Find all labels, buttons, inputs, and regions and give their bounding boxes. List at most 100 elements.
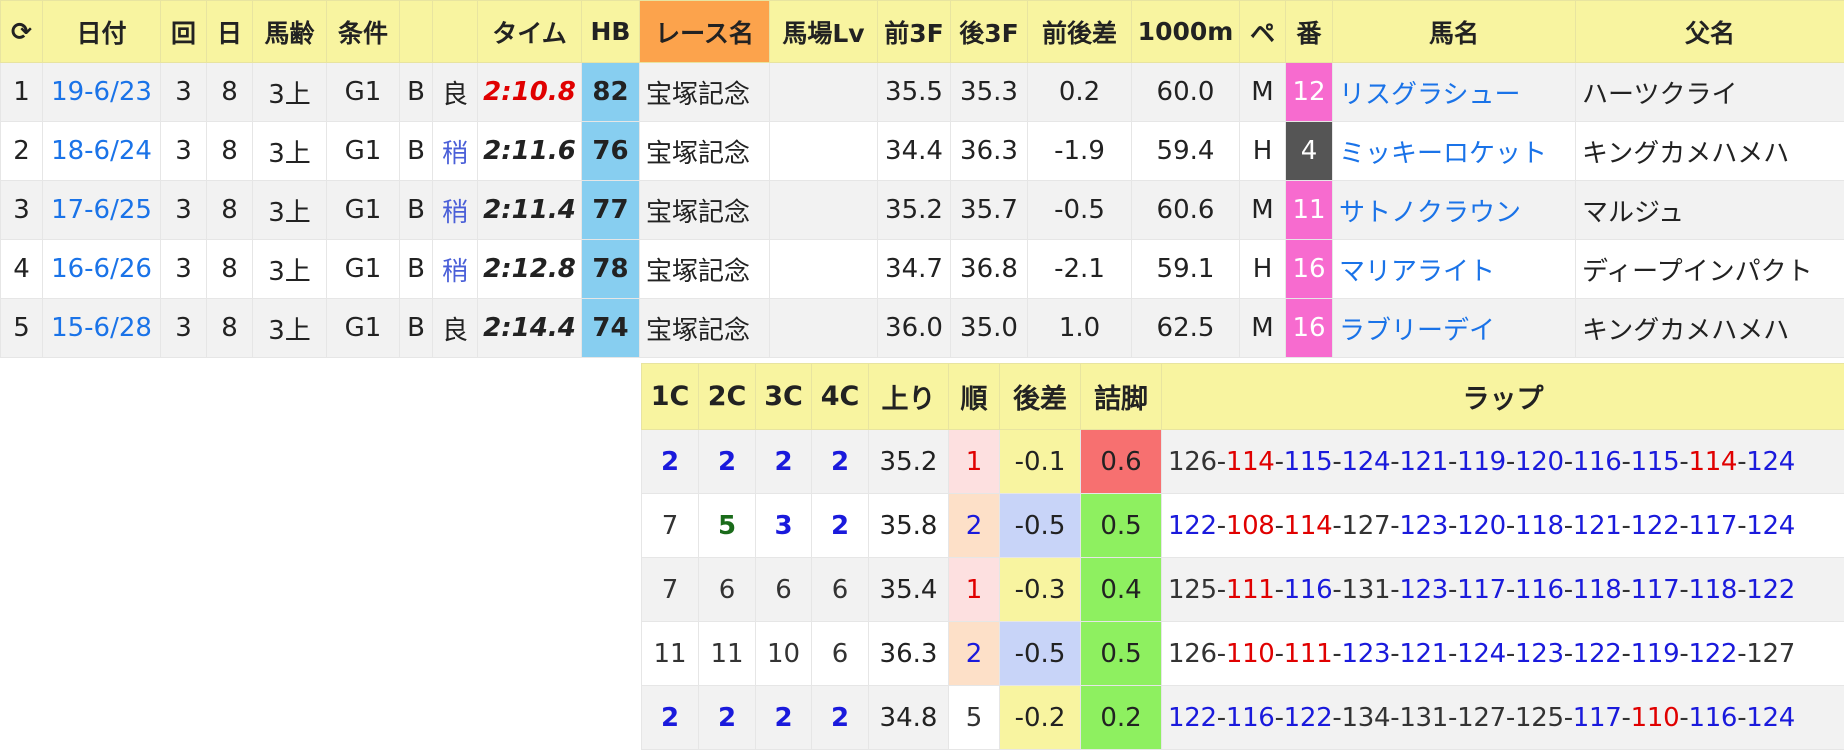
tsume-cell: 0.6: [1080, 429, 1162, 494]
first3f-cell: 36.0: [877, 298, 951, 358]
table-row[interactable]: 1 19-6/23 3 8 3上 G1 B 良 2:10.8 82 宝塚記念 35.5 35.3 0.2 6…: [0, 62, 1844, 122]
horse-name-link[interactable]: ミッキーロケット: [1339, 139, 1547, 169]
lap-value: 124: [1746, 510, 1796, 541]
lap-value: 127: [1341, 510, 1391, 541]
time-header: タイム: [477, 0, 582, 63]
hb-cell: 77: [581, 180, 640, 240]
lap-cell: 126-114-115-124-121-119-120-116-115-114-…: [1161, 429, 1844, 494]
lap-separator: -: [1505, 510, 1515, 541]
sire-cell: マルジュ: [1575, 180, 1844, 240]
pace-cell: M: [1239, 62, 1286, 122]
lap-value: 125: [1168, 574, 1217, 605]
first3f-header: 前3F: [877, 0, 951, 63]
agari-cell: 35.8: [868, 493, 949, 558]
lap-value: 124: [1457, 638, 1506, 669]
rank-cell: 1: [948, 429, 1000, 494]
blank-header-1: [399, 0, 433, 63]
lap-value: 131: [1341, 574, 1391, 605]
rank-cell: 5: [948, 685, 1000, 750]
refresh-icon[interactable]: ⟳: [0, 0, 43, 63]
lap-value: 117: [1572, 702, 1622, 733]
horse-name-link[interactable]: リスグラシュー: [1339, 80, 1520, 110]
lap-separator: -: [1505, 638, 1515, 669]
lap-cell: 126-110-111-123-121-124-123-122-119-122-…: [1161, 621, 1844, 686]
horse-name-cell: サトノクラウン: [1332, 180, 1576, 240]
lap-value: 116: [1572, 446, 1622, 477]
lap-separator: -: [1505, 574, 1515, 605]
sire-cell: ハーツクライ: [1575, 62, 1844, 122]
date-link[interactable]: 19-6/23: [51, 77, 152, 107]
corner4-header: 4C: [811, 363, 869, 430]
lap-value: 110: [1225, 638, 1275, 669]
corner2-header: 2C: [698, 363, 756, 430]
corner2-cell: 2: [698, 685, 756, 750]
header-row: ⟳ 日付回日馬齢 条件 タイム HB レース名 馬場Lv 前3F 後3F 前後差 1000m ペ番馬名…: [0, 0, 1844, 63]
horse-name-link[interactable]: マリアライト: [1339, 257, 1495, 287]
lap-value: 123: [1341, 638, 1391, 669]
number-header: 番: [1285, 0, 1333, 63]
lap-row: 2 2 2 2 34.8 5 -0.2 0.2 122-116-122-134-131-127-…: [641, 685, 1844, 750]
age-cell: 3上: [252, 239, 327, 299]
kai-cell: 3: [160, 180, 207, 240]
lap-value: 118: [1688, 574, 1738, 605]
last3f-cell: 35.3: [950, 62, 1028, 122]
lap-value: 134: [1341, 702, 1391, 733]
horse-name-link[interactable]: サトノクラウン: [1339, 198, 1521, 228]
race-name-cell: 宝塚記念: [639, 180, 770, 240]
cond-cell: G1: [326, 180, 400, 240]
table-row[interactable]: 4 16-6/26 3 8 3上 G1 B 稍 2:12.8 78 宝塚記念 34.7 36.8 -2.1…: [0, 239, 1844, 299]
m1000-cell: 59.4: [1131, 121, 1240, 181]
date-link[interactable]: 17-6/25: [51, 195, 152, 225]
lap-value: 121: [1399, 446, 1449, 477]
date-link[interactable]: 16-6/26: [51, 254, 152, 284]
kai-cell: 3: [160, 239, 207, 299]
lap-separator: -: [1216, 446, 1226, 477]
cond-cell: G1: [326, 239, 400, 299]
horse-number-badge: 11: [1285, 180, 1333, 240]
age-cell: 3上: [252, 121, 327, 181]
corner-lap-table: 1C 2C 3C 4C 上り順後差 詰脚 ラップ 2 2 2 2 35.2 1 -0.1 0.6 126-1…: [641, 363, 1844, 750]
horse-number-badge: 4: [1285, 121, 1333, 181]
lap-value: 124: [1341, 446, 1391, 477]
lap-value: 114: [1283, 510, 1333, 541]
age-header: 馬齢: [252, 0, 327, 63]
track-level-cell: [769, 121, 878, 181]
lap-separator: -: [1448, 574, 1458, 605]
track-level-header: 馬場Lv: [769, 0, 878, 63]
lap-separator: -: [1274, 702, 1284, 733]
horse-number-badge: 16: [1285, 239, 1333, 299]
lap-separator: -: [1621, 702, 1631, 733]
lap-value: 122: [1168, 702, 1217, 733]
date-link[interactable]: 18-6/24: [51, 136, 152, 166]
tsume-cell: 0.5: [1080, 493, 1162, 558]
first3f-cell: 35.5: [877, 62, 951, 122]
corner1-cell: 2: [641, 685, 699, 750]
date-link[interactable]: 15-6/28: [51, 313, 152, 343]
lap-value: 122: [1168, 510, 1217, 541]
diff-cell: -2.1: [1027, 239, 1132, 299]
horse-name-cell: リスグラシュー: [1332, 62, 1576, 122]
lap-value: 114: [1688, 446, 1738, 477]
lap-separator: -: [1621, 638, 1631, 669]
lap-cell: 125-111-116-131-123-117-116-118-117-118-…: [1161, 557, 1844, 622]
nichi-cell: 8: [206, 121, 253, 181]
lap-value: 108: [1225, 510, 1275, 541]
lap-separator: -: [1563, 446, 1573, 477]
horse-name-link[interactable]: ラブリーデイ: [1339, 316, 1495, 346]
lap-separator: -: [1563, 638, 1573, 669]
table-row[interactable]: 2 18-6/24 3 8 3上 G1 B 稍 2:11.6 76 宝塚記念 34.4 36.3 -1.9…: [0, 121, 1844, 181]
lap-separator: -: [1737, 638, 1747, 669]
lap-separator: -: [1563, 574, 1573, 605]
lap-value: 116: [1225, 702, 1275, 733]
corner4-cell: 2: [811, 429, 869, 494]
table-row[interactable]: 5 15-6/28 3 8 3上 G1 B 良 2:14.4 74 宝塚記念 36.0 35.0 1.0 6…: [0, 298, 1844, 358]
row-index: 3: [0, 180, 43, 240]
lap-value: 122: [1746, 574, 1796, 605]
last3f-cell: 36.3: [950, 121, 1028, 181]
b-cell: B: [399, 62, 433, 122]
gosa-cell: -0.2: [999, 685, 1081, 750]
lap-value: 110: [1630, 702, 1680, 733]
table-row[interactable]: 3 17-6/25 3 8 3上 G1 B 稍 2:11.4 77 宝塚記念 35.2 35.7 -0.5…: [0, 180, 1844, 240]
lap-value: 121: [1399, 638, 1449, 669]
lap-value: 122: [1688, 638, 1738, 669]
